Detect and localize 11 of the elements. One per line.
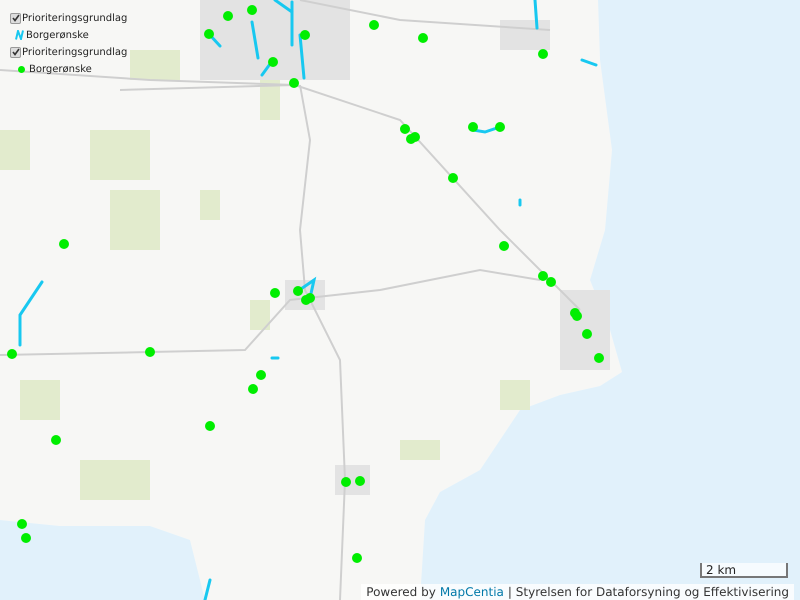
layer-label: Prioriteringsgrundlag: [22, 12, 128, 24]
attribution-link[interactable]: MapCentia: [440, 585, 504, 599]
layer-checkbox[interactable]: [10, 12, 21, 24]
attribution-text: | Styrelsen for Dataforsyning og Effektivisering: [508, 585, 789, 599]
attribution-text: Powered by: [366, 585, 436, 599]
legend-label: Borgerønske: [29, 64, 92, 74]
legend-label: Borgerønske: [26, 30, 89, 40]
layer-checkbox[interactable]: [10, 46, 21, 58]
line-symbol-icon: [15, 30, 24, 40]
layer-label: Prioriteringsgrundlag: [22, 46, 128, 58]
scale-bar: 2 km: [700, 563, 788, 578]
